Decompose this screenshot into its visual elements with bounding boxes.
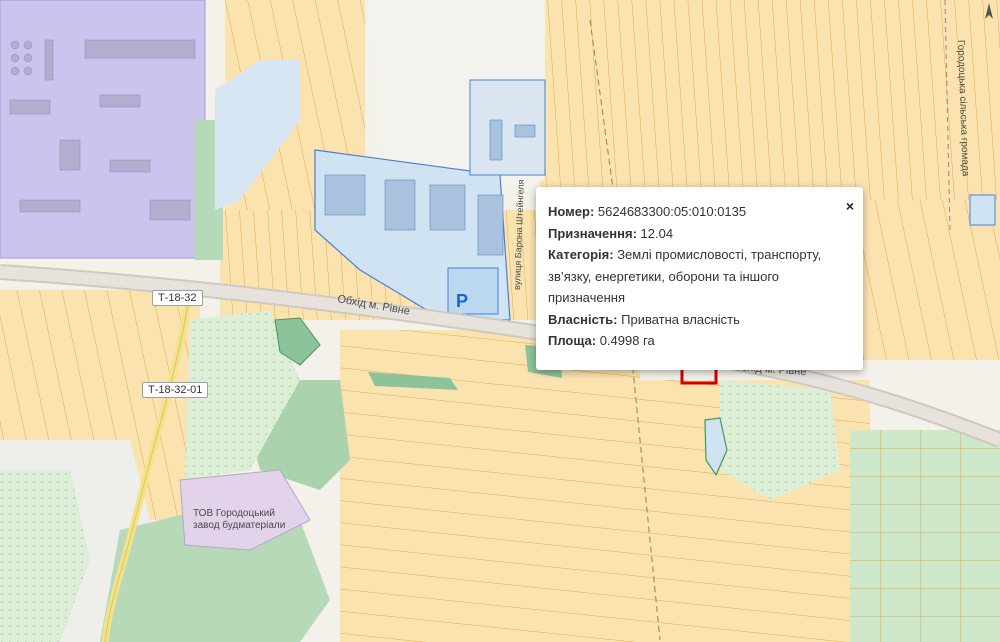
parcel-info-popup: × Номер: 5624683300:05:010:0135 Призначе…	[536, 187, 863, 370]
number-row: Номер: 5624683300:05:010:0135	[548, 201, 838, 223]
area-label: Площа:	[548, 333, 597, 348]
compass-icon[interactable]	[978, 0, 1000, 22]
ownership-value: Приватна власність	[621, 311, 740, 327]
area-row: Площа: 0.4998 га	[548, 330, 838, 352]
ownership-row: Власність: Приватна власність	[548, 309, 838, 331]
number-value: 5624683300:05:010:0135	[597, 204, 747, 219]
road-badge-t1832: Т-18-32	[152, 290, 203, 306]
close-icon[interactable]: ×	[846, 199, 854, 213]
purpose-row: Призначення: 12.04	[548, 223, 838, 245]
purpose-value: 12.04	[640, 225, 674, 241]
area-value: 0.4998 га	[599, 333, 655, 348]
number-label: Номер:	[548, 204, 595, 219]
road-badge-t183201: Т-18-32-01	[142, 382, 209, 398]
ownership-label: Власність:	[548, 311, 618, 327]
poi-label-line1: ТОВ Городоцький	[193, 508, 275, 519]
parking-label: P	[456, 291, 468, 311]
poi-label-line2: завод будматеріали	[193, 519, 285, 531]
blue-zone-east	[969, 194, 996, 226]
purpose-label: Призначення:	[548, 225, 637, 241]
category-label: Категорія:	[548, 247, 614, 262]
popup-body: Номер: 5624683300:05:010:0135 Призначенн…	[548, 201, 838, 352]
meadow-east-grid	[850, 430, 1000, 642]
category-row: Категорія: Землі промисловості, транспор…	[548, 244, 838, 309]
